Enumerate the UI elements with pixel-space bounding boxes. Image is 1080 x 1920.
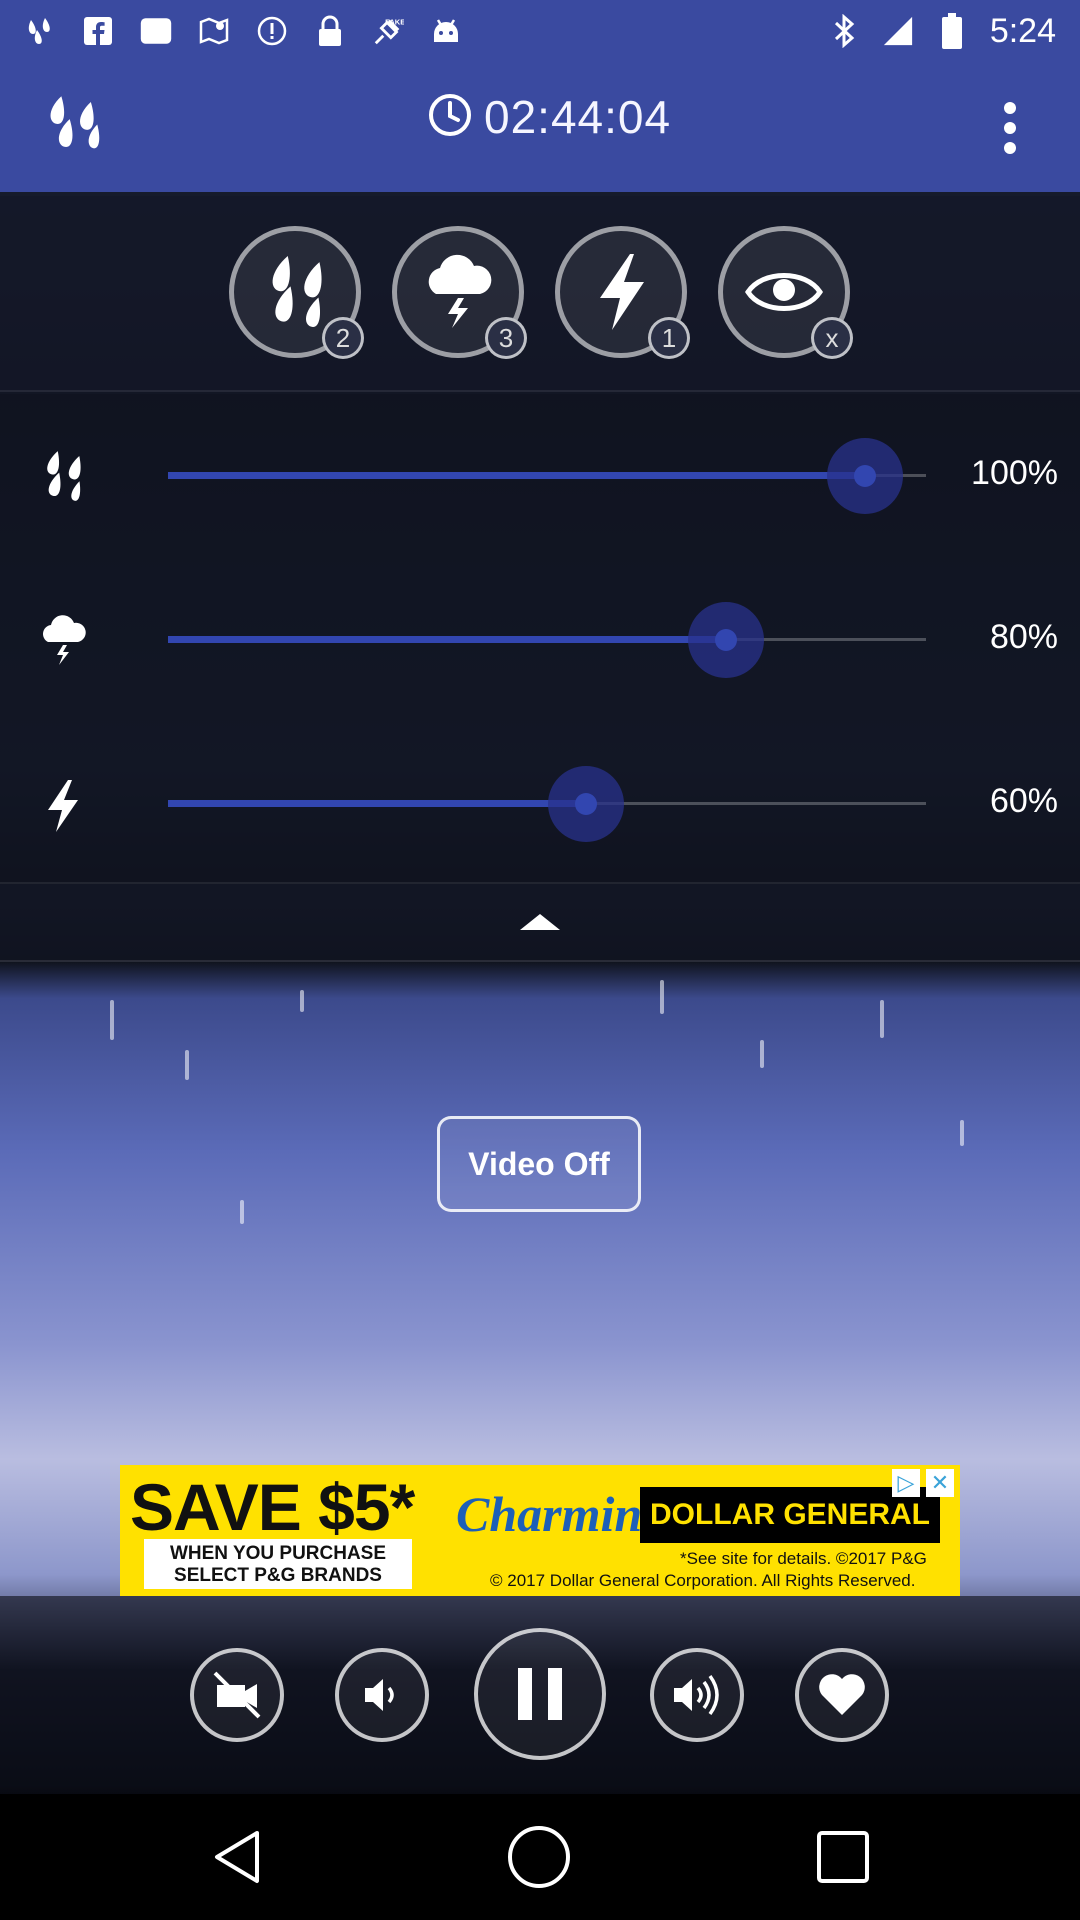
thunderstorm-volume-percent: 80%: [989, 618, 1058, 656]
slider-thumb[interactable]: [548, 766, 625, 842]
volume-down-button[interactable]: [335, 1648, 429, 1742]
rain-volume-slider[interactable]: [168, 438, 926, 514]
notification-icons: FAKE: [24, 15, 828, 47]
ad-fine-print: *See site for details. ©2017 P&G: [680, 1549, 927, 1568]
pause-button[interactable]: [474, 1628, 606, 1760]
lightning-sound-button[interactable]: 1: [555, 226, 690, 359]
system-navigation-bar: [0, 1794, 1080, 1920]
rain-streak: [185, 1050, 189, 1080]
menu-dot: [1004, 142, 1016, 154]
back-button[interactable]: [204, 1824, 270, 1890]
rain-streak: [960, 1120, 964, 1146]
app-logo-icon[interactable]: [40, 94, 104, 158]
playback-controls: [0, 1596, 1080, 1794]
recents-square-icon: [817, 1831, 869, 1883]
alert-icon: [256, 15, 288, 47]
raindrops-icon: [47, 451, 81, 501]
fake-gps-icon: FAKE: [372, 15, 404, 47]
video-off-button[interactable]: Video Off: [437, 1116, 641, 1212]
home-circle-icon: [508, 1826, 570, 1888]
lightning-sound-badge: 1: [648, 317, 690, 359]
rain-streak: [880, 1000, 884, 1038]
signal-icon: [882, 15, 914, 47]
recents-button[interactable]: [810, 1824, 876, 1890]
thunderstorm-sound-button[interactable]: 3: [392, 226, 527, 359]
rain-app-icon: [24, 15, 56, 47]
lightning-volume-percent: 60%: [989, 782, 1058, 820]
chevron-up-icon: [520, 914, 560, 930]
lightning-bolt-icon: [600, 254, 644, 330]
pause-icon: [518, 1668, 562, 1720]
visual-effect-badge: x: [811, 317, 853, 359]
rain-streak: [240, 1200, 244, 1224]
battery-icon: [936, 13, 968, 49]
thunderstorm-sound-badge: 3: [485, 317, 527, 359]
sleep-timer[interactable]: 02:44:04: [428, 90, 671, 144]
app-toolbar: 02:44:04: [0, 62, 1080, 192]
eye-icon: [745, 273, 823, 311]
collapse-panel-bar[interactable]: [0, 884, 1080, 962]
volume-sliders-panel: 100% 80% 60%: [0, 394, 1080, 884]
clock-time: 5:24: [989, 11, 1056, 50]
menu-dot: [1004, 122, 1016, 134]
ad-subtext: WHEN YOU PURCHASE SELECT P&G BRANDS: [144, 1539, 412, 1589]
slider-thumb[interactable]: [827, 438, 904, 514]
rain-streak: [300, 990, 304, 1012]
slider-fill: [168, 636, 726, 643]
home-button[interactable]: [506, 1824, 572, 1890]
slider-fill: [168, 800, 587, 807]
ad-headline: SAVE $5*: [130, 1470, 415, 1544]
overflow-menu-button[interactable]: [990, 98, 1030, 158]
ad-choices-icon[interactable]: ▷: [892, 1469, 920, 1497]
rain-sound-badge: 2: [322, 317, 364, 359]
clock-icon: [428, 93, 472, 142]
storm-cloud-icon: [43, 615, 86, 665]
ad-copyright: © 2017 Dollar General Corporation. All R…: [490, 1571, 916, 1590]
volume-up-icon: [674, 1674, 719, 1716]
svg-text:FAKE: FAKE: [385, 17, 404, 26]
slider-fill: [168, 472, 866, 479]
system-tray: 5:24: [828, 12, 1056, 51]
maps-icon: [198, 15, 230, 47]
rain-volume-row: 100%: [0, 426, 1080, 526]
lightning-volume-slider[interactable]: [168, 766, 926, 842]
lightning-bolt-icon: [48, 780, 78, 832]
bluetooth-icon: [828, 14, 860, 48]
lock-icon: [314, 15, 346, 47]
volume-down-icon: [365, 1679, 394, 1711]
blank-card-icon: [140, 15, 172, 47]
ad-banner[interactable]: SAVE $5* WHEN YOU PURCHASE SELECT P&G BR…: [120, 1465, 960, 1596]
storm-cloud-icon: [428, 254, 492, 328]
ad-choices: ▷ ✕: [892, 1469, 954, 1497]
favorite-button[interactable]: [795, 1648, 889, 1742]
rain-volume-percent: 100%: [971, 454, 1058, 492]
sound-selector-row: 2 3 1 x: [0, 196, 1080, 392]
heart-icon: [819, 1674, 865, 1715]
thunderstorm-volume-slider[interactable]: [168, 602, 926, 678]
ad-brand: Charmin: [456, 1486, 643, 1542]
timer-value: 02:44:04: [484, 91, 672, 143]
app-root: FAKE 5:24 02:44:04 2 3 1 x 100% 80% 60% …: [0, 0, 1080, 1920]
rain-sound-button[interactable]: 2: [229, 226, 364, 359]
back-triangle-icon: [215, 1831, 259, 1883]
thunderstorm-volume-row: 80%: [0, 590, 1080, 690]
volume-up-button[interactable]: [650, 1648, 744, 1742]
menu-dot: [1004, 102, 1016, 114]
rain-streak: [660, 980, 664, 1014]
video-off-icon: [213, 1671, 261, 1719]
rain-streak: [110, 1000, 114, 1040]
visual-effect-button[interactable]: x: [718, 226, 853, 359]
status-bar: FAKE 5:24: [0, 0, 1080, 62]
rain-streak: [760, 1040, 764, 1068]
facebook-icon: [82, 15, 114, 47]
ad-close-icon[interactable]: ✕: [926, 1469, 954, 1497]
raindrops-icon: [272, 256, 322, 327]
android-icon: [430, 15, 462, 47]
slider-thumb[interactable]: [687, 602, 764, 678]
lightning-volume-row: 60%: [0, 754, 1080, 854]
video-toggle-button[interactable]: [190, 1648, 284, 1742]
